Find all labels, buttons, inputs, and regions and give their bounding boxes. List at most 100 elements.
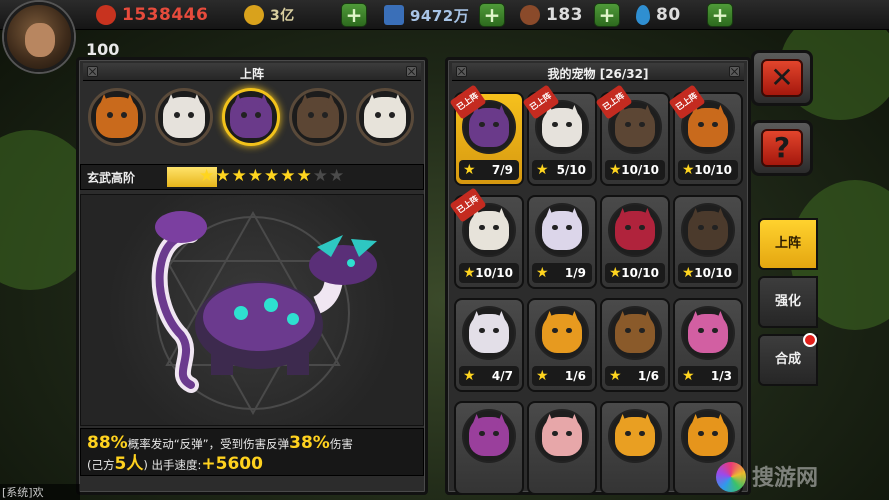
tab-deploy[interactable]: 上阵 xyxy=(758,218,818,270)
star-icon: ★ xyxy=(682,265,695,281)
meat-resource: 183 xyxy=(520,4,583,26)
pet-card-gold-dragon[interactable]: ★ 1/6 xyxy=(527,298,597,392)
pet-portrait xyxy=(535,409,589,463)
avatar-face xyxy=(25,23,55,57)
add-gems-button[interactable]: + xyxy=(479,3,505,27)
pet-card-white-tiger-2[interactable]: ★ 4/7 xyxy=(454,298,524,392)
pet-portrait-icon xyxy=(615,413,655,456)
pet-card-white-wolf-purple[interactable]: ★ 1/9 xyxy=(527,195,597,289)
tab-enhance[interactable]: 强化 xyxy=(758,276,818,328)
star-icon: ★ xyxy=(199,166,216,186)
pet-portrait-icon xyxy=(615,104,655,147)
pet-card-gold-dragon-2[interactable] xyxy=(600,401,670,495)
team-slot-gorilla[interactable] xyxy=(289,88,347,146)
pet-count-text: 10/10 xyxy=(694,266,732,280)
pet-portrait-icon xyxy=(163,94,205,138)
skill-line-1: 88%概率发动“反弹”，受到伤害反弹38%伤害 xyxy=(87,433,417,454)
pet-count-text: 7/9 xyxy=(491,163,513,177)
watermark-text: 搜游网 xyxy=(752,466,819,491)
pet-showcase xyxy=(80,194,424,426)
add-coins-button[interactable]: + xyxy=(341,3,367,27)
skill-chance: 88% xyxy=(87,433,128,453)
star-icon: ★ xyxy=(215,166,232,186)
pet-shard-count: ★ 1/6 xyxy=(532,366,592,386)
pet-portrait-icon xyxy=(615,207,655,250)
rank-bar: 玄武高阶 ★★★★★★★★★ xyxy=(80,164,424,190)
pet-portrait-icon xyxy=(688,310,728,353)
close-button[interactable]: ✕ xyxy=(751,50,813,106)
pet-card-white-wolf[interactable]: 已上阵 ★ 5/10 xyxy=(522,84,597,186)
pet-count-text: 10/10 xyxy=(621,163,659,177)
pet-portrait xyxy=(608,306,662,360)
pet-portrait xyxy=(681,409,735,463)
star-icon: ★ xyxy=(682,368,695,384)
star-icon: ★ xyxy=(463,265,476,281)
pet-shard-count: ★ 1/6 xyxy=(605,366,665,386)
pet-count-text: 10/10 xyxy=(621,266,659,280)
player-level: 100 xyxy=(86,40,120,59)
pet-card-fox[interactable]: 已上阵 ★ 10/10 xyxy=(668,84,743,186)
help-button[interactable]: ? xyxy=(751,120,813,176)
gold-value: 1538446 xyxy=(122,5,209,25)
pet-card-gorilla[interactable]: 已上阵 ★ 10/10 xyxy=(595,84,670,186)
pet-card-purple-dino[interactable] xyxy=(454,401,524,495)
chat-ticker[interactable]: [系统]欢 xyxy=(0,484,80,500)
star-icon: ★ xyxy=(463,162,476,178)
coin-icon xyxy=(244,5,264,25)
star-icon: ★ xyxy=(264,166,281,186)
pet-portrait-icon xyxy=(615,310,655,353)
team-panel-title: 上阵 xyxy=(239,67,264,81)
gem-value: 9472万 xyxy=(410,6,470,25)
pet-portrait xyxy=(535,203,589,257)
pet-card-pink-hamster[interactable] xyxy=(527,401,597,495)
skill-text-d: ) 出手速度: xyxy=(143,458,202,472)
pet-shard-count: ★ 10/10 xyxy=(605,160,665,180)
pet-count-text: 1/9 xyxy=(564,266,586,280)
skill-text-c: (己方 xyxy=(87,458,115,472)
pet-portrait xyxy=(608,409,662,463)
pet-count-text: 4/7 xyxy=(491,369,513,383)
rivet-icon xyxy=(456,66,467,77)
team-panel-titlebar: 上阵 xyxy=(83,63,421,81)
star-icon: ★ xyxy=(609,265,622,281)
pet-portrait xyxy=(535,306,589,360)
pet-card-red-dragon[interactable]: ★ 10/10 xyxy=(600,195,670,289)
skill-text-a: 概率发动“反弹”，受到伤害反弹 xyxy=(127,437,290,451)
add-meat-button[interactable]: + xyxy=(594,3,620,27)
gold-resource: 1538446 xyxy=(96,4,208,26)
pet-card-purple-dragon[interactable]: 已上阵 ★ 7/9 xyxy=(449,84,524,186)
add-water-button[interactable]: + xyxy=(707,3,733,27)
star-icon: ★ xyxy=(329,166,346,186)
star-icon: ★ xyxy=(296,166,313,186)
pet-portrait-icon xyxy=(469,310,509,353)
rivet-icon xyxy=(87,66,98,77)
pet-portrait-icon xyxy=(469,104,509,147)
team-slot-fox[interactable] xyxy=(88,88,146,146)
meat-icon xyxy=(520,5,540,25)
player-avatar[interactable] xyxy=(4,2,74,72)
pet-shard-count: ★ 10/10 xyxy=(459,263,519,283)
watermark-logo-icon xyxy=(716,462,746,492)
pet-portrait xyxy=(681,306,735,360)
resource-bar: 1538446 3亿 + 9472万 + 183 + 80 + xyxy=(0,0,889,30)
pet-card-monkey[interactable]: ★ 1/6 xyxy=(600,298,670,392)
water-value: 80 xyxy=(656,5,681,25)
team-slot-white-wolf[interactable] xyxy=(155,88,213,146)
pet-portrait-icon xyxy=(688,207,728,250)
pet-card-gorilla-dark[interactable]: ★ 10/10 xyxy=(673,195,743,289)
pet-portrait-icon xyxy=(688,104,728,147)
team-slot-purple-dragon[interactable] xyxy=(222,88,280,146)
pet-card-pink-dino[interactable]: ★ 1/3 xyxy=(673,298,743,392)
notification-dot-icon xyxy=(803,333,817,347)
pet-count-text: 5/10 xyxy=(556,163,586,177)
close-icon: ✕ xyxy=(761,59,803,97)
pet-portrait-icon xyxy=(542,207,582,250)
team-slot-white-tiger[interactable] xyxy=(356,88,414,146)
pet-count-text: 1/6 xyxy=(637,369,659,383)
pet-count-text: 10/10 xyxy=(694,163,732,177)
gold-bag-icon xyxy=(96,5,116,25)
pet-portrait-icon xyxy=(96,94,138,138)
pet-card-white-tiger[interactable]: 已上阵 ★ 10/10 xyxy=(449,187,524,289)
pet-count-text: 10/10 xyxy=(475,266,513,280)
star-icon: ★ xyxy=(280,166,297,186)
